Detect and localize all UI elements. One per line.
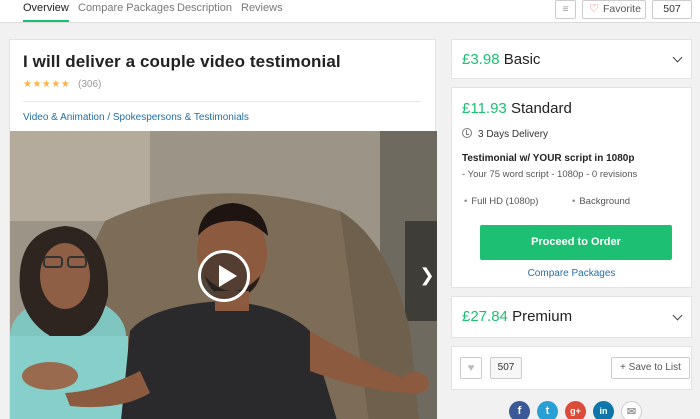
favorite-count: 507 — [652, 0, 692, 19]
google-plus-icon[interactable]: g+ — [565, 401, 586, 419]
twitter-icon[interactable]: t — [537, 401, 558, 419]
package-standard-header: £11.93 Standard — [462, 100, 572, 117]
feature-full-hd: Full HD (1080p) — [464, 196, 538, 207]
facebook-icon[interactable]: f — [509, 401, 530, 419]
compare-packages-link[interactable]: Compare Packages — [452, 268, 691, 279]
tab-overview[interactable]: Overview — [23, 2, 69, 22]
package-basic-name: Basic — [503, 51, 541, 68]
video-player[interactable]: ❯ — [10, 131, 437, 419]
like-count: 507 — [490, 357, 522, 379]
delivery-time: 3 Days Delivery — [462, 128, 548, 140]
package-premium[interactable]: £27.84 Premium — [451, 296, 692, 338]
package-basic-price: £3.98 — [462, 51, 500, 68]
chevron-right-icon[interactable]: ❯ — [418, 255, 436, 295]
gig-title: I will deliver a couple video testimonia… — [23, 52, 341, 71]
heart-icon[interactable]: ♥ — [460, 357, 482, 379]
divider — [23, 101, 421, 102]
package-standard-name: Standard — [510, 100, 572, 117]
category-breadcrumb[interactable]: Video & Animation / Spokespersons & Test… — [23, 112, 249, 123]
package-basic[interactable]: £3.98 Basic — [451, 39, 692, 79]
save-to-list-label: Save to List — [628, 362, 681, 373]
star-rating-icons: ★★★★★ — [23, 79, 71, 90]
menu-icon[interactable]: ≡ — [555, 0, 576, 19]
save-to-list-button[interactable]: + Save to List — [611, 357, 690, 379]
package-premium-header: £27.84 Premium — [462, 308, 572, 325]
package-premium-price: £27.84 — [462, 308, 508, 325]
package-title: Testimonial w/ YOUR script in 1080p — [462, 153, 635, 164]
feature-background: Background — [572, 196, 630, 207]
gig-card: I will deliver a couple video testimonia… — [9, 39, 437, 419]
linkedin-icon[interactable]: in — [593, 401, 614, 419]
package-basic-header: £3.98 Basic — [462, 51, 540, 68]
tab-description[interactable]: Description — [177, 2, 232, 14]
tab-reviews[interactable]: Reviews — [241, 2, 283, 14]
package-description: - Your 75 word script - 1080p - 0 revisi… — [462, 169, 638, 180]
package-standard-price: £11.93 — [462, 100, 507, 117]
play-icon[interactable] — [198, 250, 250, 302]
top-nav: Overview Compare Packages Description Re… — [0, 0, 700, 23]
email-icon[interactable]: ✉ — [621, 401, 642, 419]
package-standard: £11.93 Standard 3 Days Delivery Testimon… — [451, 87, 692, 288]
delivery-label: 3 Days Delivery — [478, 129, 549, 140]
proceed-to-order-button[interactable]: Proceed to Order — [480, 225, 672, 260]
clock-icon — [462, 128, 472, 138]
tab-compare-packages[interactable]: Compare Packages — [78, 2, 175, 14]
favorite-label: Favorite — [603, 3, 641, 15]
rating-count[interactable]: (306) — [78, 79, 101, 90]
heart-icon: ♡ — [589, 3, 599, 15]
favorite-button[interactable]: ♡ Favorite — [582, 0, 646, 19]
chevron-down-icon[interactable] — [673, 312, 683, 322]
plus-icon: + — [620, 362, 629, 373]
package-premium-name: Premium — [512, 308, 573, 325]
chevron-down-icon[interactable] — [673, 54, 683, 64]
